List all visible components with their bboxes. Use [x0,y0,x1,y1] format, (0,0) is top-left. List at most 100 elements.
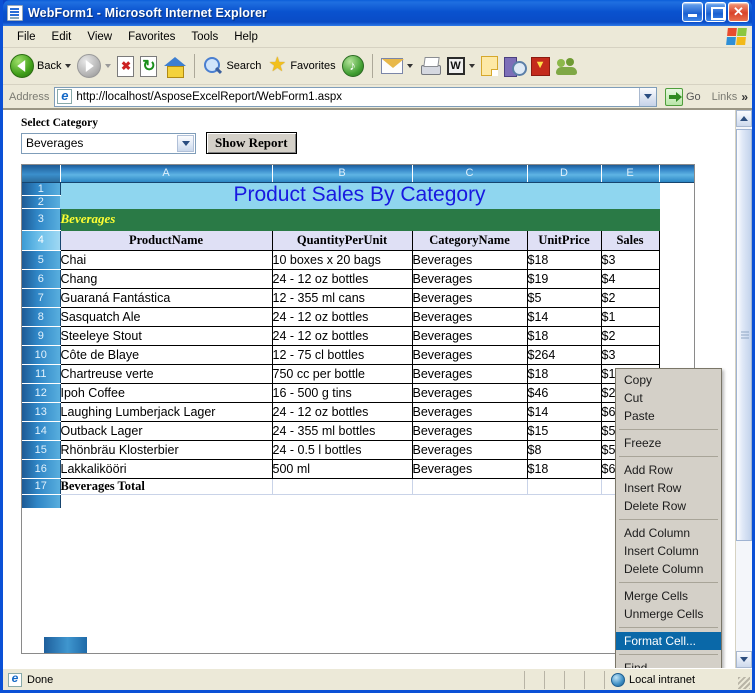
row-header[interactable]: 13 [22,402,61,422]
cell-category[interactable]: Beverages [411,325,528,346]
cell-category[interactable]: Beverages [411,458,528,479]
cell-qty[interactable]: 16 - 500 g tins [271,382,413,403]
menu-view[interactable]: View [79,29,120,45]
cell-product[interactable]: Lakkalikööri [59,458,273,479]
scroll-up-button[interactable] [736,110,752,127]
show-report-button[interactable]: Show Report [206,132,297,154]
cell-qty[interactable]: 24 - 12 oz bottles [271,401,413,422]
spreadsheet-grid[interactable]: A B C D E 1 Product Sales By Category 2 [21,164,695,654]
menu-help[interactable]: Help [226,29,266,45]
cell-context-menu[interactable]: Copy Cut Paste Freeze Add Row Insert Row… [615,368,722,668]
row-header[interactable]: 9 [22,326,61,346]
cell-sales[interactable]: $4 [600,268,660,289]
menu-tools[interactable]: Tools [183,29,226,45]
menu-item-copy[interactable]: Copy [616,371,721,389]
header-category-name[interactable]: CategoryName [411,229,528,251]
column-header-b[interactable]: B [272,165,413,183]
row-header-3[interactable]: 3 [22,208,61,231]
row-header[interactable]: 16 [22,459,61,479]
menu-favorites[interactable]: Favorites [120,29,183,45]
back-dropdown-icon[interactable] [65,64,72,68]
print-button[interactable] [416,51,444,81]
row-header[interactable]: 7 [22,288,61,308]
report-title-cell[interactable]: Product Sales By Category [59,181,660,209]
total-blank-d[interactable] [526,477,602,495]
cell-product[interactable]: Guaraná Fantástica [59,287,273,308]
cell-price[interactable]: $14 [526,401,602,422]
favorites-button[interactable]: Favorites [264,51,338,81]
research-button[interactable] [501,51,528,81]
cell-qty[interactable]: 24 - 12 oz bottles [271,325,413,346]
cell-price[interactable]: $19 [526,268,602,289]
mail-button[interactable] [378,51,416,81]
menu-item-delete-row[interactable]: Delete Row [616,497,721,515]
cell-category[interactable]: Beverages [411,363,528,384]
header-unit-price[interactable]: UnitPrice [526,229,602,251]
cell-sales[interactable]: $2 [600,287,660,308]
row-header[interactable]: 6 [22,269,61,289]
column-header-f[interactable] [659,165,694,183]
cell-qty[interactable]: 24 - 355 ml bottles [271,420,413,441]
go-button[interactable]: Go [662,87,704,107]
menu-item-insert-row[interactable]: Insert Row [616,479,721,497]
links-label[interactable]: Links [712,91,738,103]
minimize-button[interactable] [682,2,703,22]
cell-qty[interactable]: 24 - 0.5 l bottles [271,439,413,460]
menu-item-merge-cells[interactable]: Merge Cells [616,587,721,605]
column-header-c[interactable]: C [412,165,528,183]
category-banner-cell[interactable]: Beverages [59,207,660,231]
header-product-name[interactable]: ProductName [59,229,273,251]
menu-item-add-row[interactable]: Add Row [616,461,721,479]
cell-product[interactable]: Sasquatch Ale [59,306,273,327]
close-button[interactable] [728,2,749,22]
row-header-2[interactable]: 2 [22,195,61,209]
cell-price[interactable]: $18 [526,458,602,479]
menu-file[interactable]: File [9,29,44,45]
cell-category[interactable]: Beverages [411,382,528,403]
row-header-4[interactable]: 4 [22,230,61,251]
menu-edit[interactable]: Edit [44,29,80,45]
menu-item-cut[interactable]: Cut [616,389,721,407]
select-all-corner[interactable] [22,165,61,183]
cell-price[interactable]: $18 [526,363,602,384]
edit-word-button[interactable] [444,51,478,81]
sheet-hscroll-thumb[interactable] [44,637,87,653]
cell-qty[interactable]: 500 ml [271,458,413,479]
cell-price[interactable]: $5 [526,287,602,308]
menu-item-delete-column[interactable]: Delete Column [616,560,721,578]
cell-category[interactable]: Beverages [411,306,528,327]
stop-button[interactable] [114,51,137,81]
page-vertical-scrollbar[interactable] [735,110,752,668]
total-blank-c[interactable] [411,477,528,495]
row-header[interactable]: 10 [22,345,61,365]
address-input[interactable]: http://localhost/AsposeExcelReport/WebFo… [54,86,657,107]
row-header[interactable]: 15 [22,440,61,460]
search-button[interactable]: Search [200,51,264,81]
cell-category[interactable]: Beverages [411,249,528,270]
total-blank-b[interactable] [271,477,413,495]
column-header-d[interactable]: D [527,165,602,183]
cell-price[interactable]: $8 [526,439,602,460]
vscroll-track[interactable] [736,127,752,651]
home-button[interactable] [160,51,189,81]
maximize-button[interactable] [705,2,726,22]
mail-dropdown-icon[interactable] [406,64,413,68]
cell-category[interactable]: Beverages [411,401,528,422]
notes-button[interactable] [478,51,501,81]
cell-product[interactable]: Steeleye Stout [59,325,273,346]
row-header-18[interactable] [22,494,61,509]
row-header[interactable]: 11 [22,364,61,384]
menu-item-add-column[interactable]: Add Column [616,524,721,542]
cell-price[interactable]: $15 [526,420,602,441]
cell-price[interactable]: $264 [526,344,602,365]
cell-category[interactable]: Beverages [411,439,528,460]
cell-category[interactable]: Beverages [411,287,528,308]
cell-product[interactable]: Rhönbräu Klosterbier [59,439,273,460]
cell-price[interactable]: $46 [526,382,602,403]
row-header-17[interactable]: 17 [22,478,61,495]
menu-item-paste[interactable]: Paste [616,407,721,425]
column-header-a[interactable]: A [60,165,273,183]
refresh-button[interactable] [137,51,160,81]
cell-qty[interactable]: 12 - 75 cl bottles [271,344,413,365]
category-select[interactable]: Beverages [21,132,196,154]
